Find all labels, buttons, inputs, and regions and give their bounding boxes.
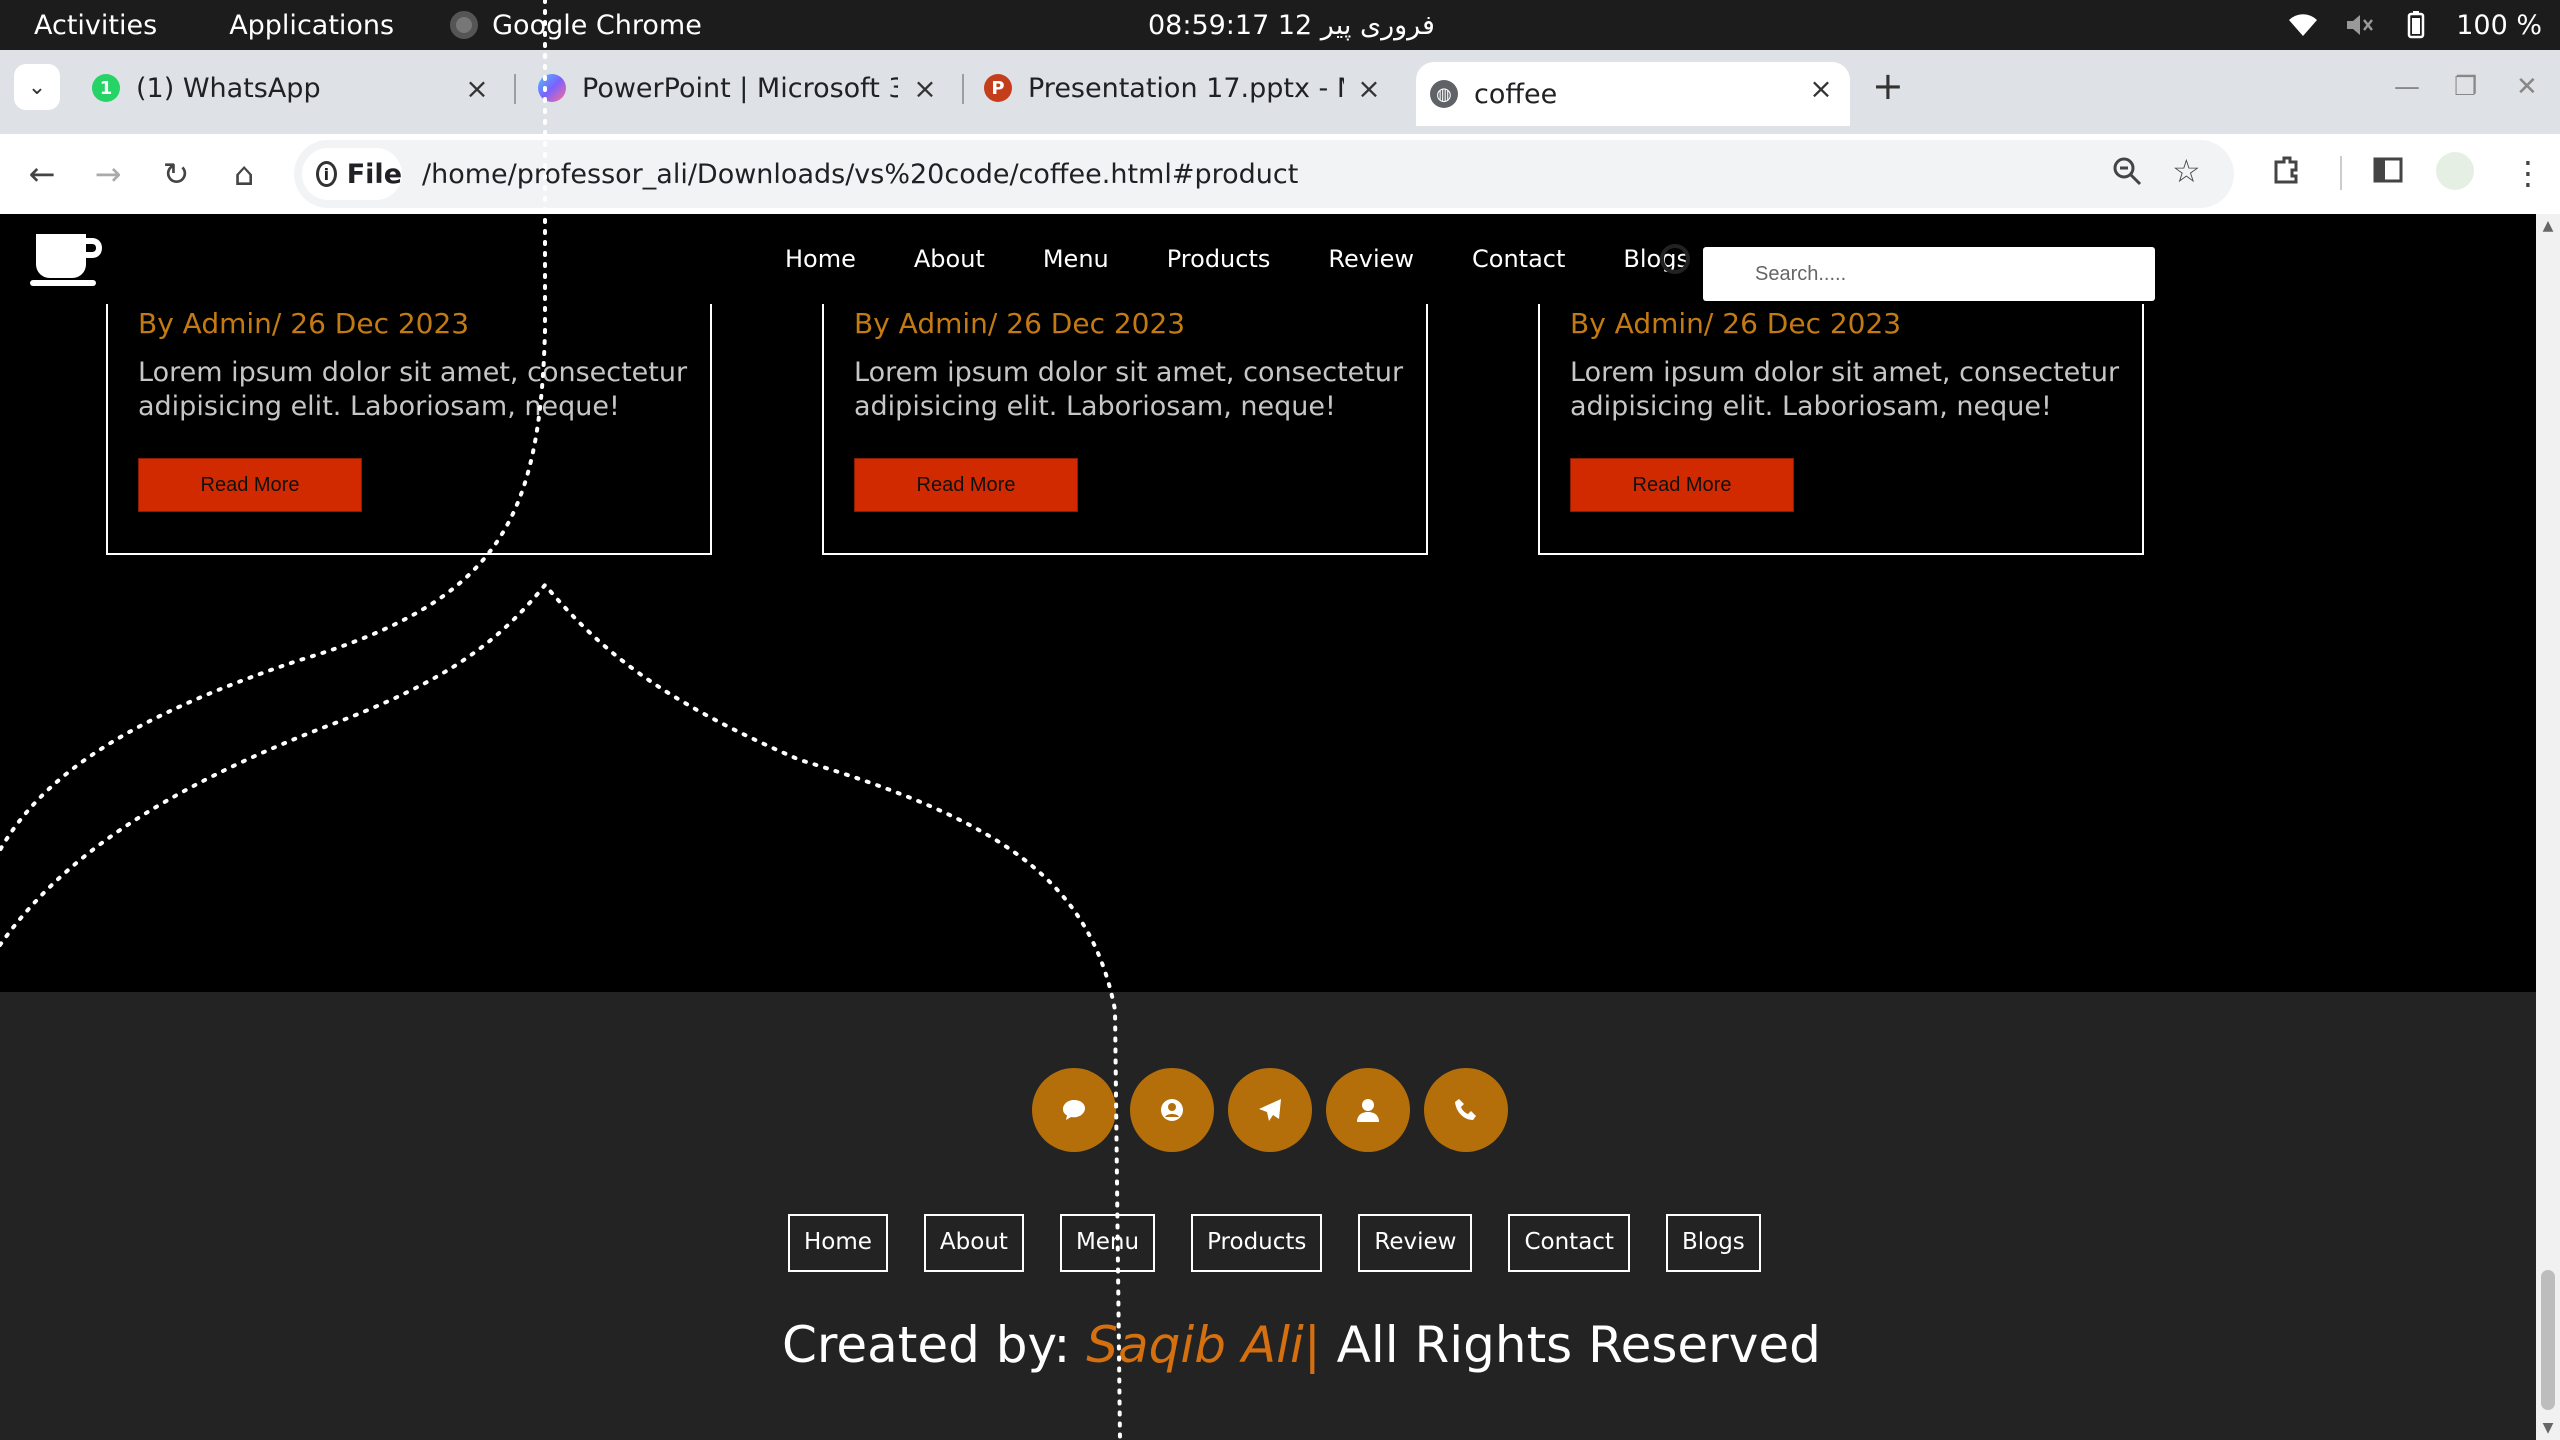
footer-credit: Created by: Saqib Ali| All Rights Reserv… <box>782 1316 1821 1374</box>
blog-excerpt: Lorem ipsum dolor sit amet, consectetur … <box>854 357 1404 422</box>
tab-presentation[interactable]: P Presentation 17.pptx - M × <box>984 62 1384 114</box>
footer-nav-review[interactable]: Review <box>1358 1214 1473 1272</box>
nav-about[interactable]: About <box>914 245 985 273</box>
user-icon[interactable] <box>1326 1068 1410 1152</box>
whatsapp-icon: 1 <box>92 74 120 102</box>
more-menu-icon[interactable]: ⋮ <box>2512 154 2544 192</box>
powerpoint-icon: P <box>984 74 1012 102</box>
scrollbar-thumb[interactable] <box>2541 1270 2555 1410</box>
close-icon[interactable]: × <box>462 72 492 105</box>
tab-title: (1) WhatsApp <box>136 72 321 104</box>
zoom-icon[interactable] <box>2112 156 2142 194</box>
blog-meta: By Admin/ 26 Dec 2023 <box>138 307 470 340</box>
active-app-label: Google Chrome <box>492 9 702 41</box>
chat-icon[interactable] <box>1032 1068 1116 1152</box>
chevron-down-icon: ⌄ <box>27 74 47 100</box>
coffee-cup-logo-icon[interactable] <box>30 230 104 288</box>
tab-title: Presentation 17.pptx - M <box>1028 72 1344 104</box>
active-app-indicator[interactable]: Google Chrome <box>450 10 702 41</box>
credit-suffix: All Rights Reserved <box>1336 1316 1821 1374</box>
close-icon[interactable]: × <box>1354 72 1384 105</box>
toolbar-divider <box>2340 156 2342 190</box>
webpage-viewport: Home About Menu Products Review Contact … <box>0 214 2536 1440</box>
blog-meta: By Admin/ 26 Dec 2023 <box>854 307 1186 340</box>
search-input[interactable] <box>1703 247 2155 301</box>
extensions-icon[interactable] <box>2270 154 2302 194</box>
home-button[interactable]: ⌂ <box>222 152 266 196</box>
blog-excerpt: Lorem ipsum dolor sit amet, consectetur … <box>138 357 688 422</box>
nav-menu[interactable]: Menu <box>1043 245 1109 273</box>
tab-divider <box>962 74 964 104</box>
footer-nav-home[interactable]: Home <box>788 1214 888 1272</box>
maximize-button[interactable]: ❐ <box>2454 72 2477 102</box>
tab-coffee[interactable]: ◍ coffee × <box>1416 62 1850 126</box>
chrome-icon <box>450 11 479 39</box>
read-more-button[interactable]: Read More <box>1570 458 1794 512</box>
scroll-down-arrow-icon[interactable]: ▼ <box>2540 1420 2556 1436</box>
close-window-button[interactable]: ✕ <box>2516 72 2538 102</box>
close-icon[interactable]: × <box>1806 72 1836 105</box>
blog-meta: By Admin/ 26 Dec 2023 <box>1570 307 1902 340</box>
close-icon[interactable]: × <box>910 72 940 105</box>
site-header: Home About Menu Products Review Contact … <box>0 214 2536 304</box>
battery-icon <box>2407 11 2425 39</box>
tab-whatsapp[interactable]: 1 (1) WhatsApp × <box>92 62 492 114</box>
page-scrollbar[interactable]: ▲ ▼ <box>2536 214 2560 1440</box>
blog-excerpt: Lorem ipsum dolor sit amet, consectetur … <box>1570 357 2120 422</box>
back-button[interactable]: ← <box>20 152 64 196</box>
footer-nav-about[interactable]: About <box>923 1214 1024 1272</box>
nav-home[interactable]: Home <box>785 245 856 273</box>
scroll-up-arrow-icon[interactable]: ▲ <box>2540 218 2556 234</box>
copilot-icon <box>538 74 566 102</box>
footer-nav-blogs[interactable]: Blogs <box>1665 1214 1761 1272</box>
globe-icon: ◍ <box>1430 80 1458 108</box>
url-text[interactable]: /home/professor_ali/Downloads/vs%20code/… <box>422 140 1298 208</box>
user-circle-icon[interactable] <box>1130 1068 1214 1152</box>
read-more-button[interactable]: Read More <box>854 458 1078 512</box>
read-more-button[interactable]: Read More <box>138 458 362 512</box>
reload-button[interactable]: ↻ <box>154 152 198 196</box>
forward-button[interactable]: → <box>86 152 130 196</box>
credit-prefix: Created by: <box>782 1316 1071 1374</box>
credit-separator: | <box>1303 1316 1321 1374</box>
clock[interactable]: 08:59:17 12 فروری پیر <box>1148 0 1435 50</box>
footer-nav-contact[interactable]: Contact <box>1508 1214 1630 1272</box>
minimize-button[interactable]: — <box>2394 72 2420 102</box>
footer-nav-menu[interactable]: Menu <box>1059 1214 1156 1272</box>
battery-percent: 100 % <box>2456 9 2542 41</box>
footer-nav: Home About Menu Products Review Contact … <box>788 1214 1797 1272</box>
social-links <box>1032 1068 1508 1152</box>
side-panel-icon[interactable] <box>2372 154 2404 194</box>
phone-icon[interactable] <box>1424 1068 1508 1152</box>
nav-contact[interactable]: Contact <box>1472 245 1565 273</box>
info-icon: i <box>316 161 337 187</box>
footer-nav-products[interactable]: Products <box>1191 1214 1323 1272</box>
main-nav: Home About Menu Products Review Contact … <box>785 214 1747 304</box>
volume-muted-icon <box>2347 15 2374 35</box>
search-icon[interactable] <box>1660 244 1690 274</box>
credit-author: Saqib Ali <box>1086 1316 1304 1374</box>
system-top-bar: Activities Applications Google Chrome 08… <box>0 0 2560 50</box>
tab-title: coffee <box>1474 78 1558 110</box>
address-bar[interactable]: i File /home/professor_ali/Downloads/vs%… <box>294 140 2234 208</box>
activities-button[interactable]: Activities <box>34 10 157 41</box>
new-tab-button[interactable]: + <box>1872 64 1904 108</box>
tab-title: PowerPoint | Microsoft 3 <box>582 72 898 104</box>
applications-menu[interactable]: Applications <box>229 10 394 41</box>
bookmark-star-icon[interactable]: ☆ <box>2172 152 2201 190</box>
scheme-label: File <box>346 158 402 190</box>
tab-search-button[interactable]: ⌄ <box>14 64 60 110</box>
tab-divider <box>514 74 516 104</box>
tab-powerpoint-online[interactable]: PowerPoint | Microsoft 3 × <box>538 62 940 114</box>
browser-toolbar: ← → ↻ ⌂ i File /home/professor_ali/Downl… <box>0 134 2560 214</box>
site-info-chip[interactable]: i File <box>302 148 402 200</box>
nav-products[interactable]: Products <box>1167 245 1271 273</box>
nav-review[interactable]: Review <box>1328 245 1414 273</box>
system-tray[interactable]: 100 % <box>2288 0 2542 50</box>
wifi-icon <box>2289 14 2318 36</box>
send-icon[interactable] <box>1228 1068 1312 1152</box>
profile-avatar[interactable] <box>2436 152 2474 190</box>
